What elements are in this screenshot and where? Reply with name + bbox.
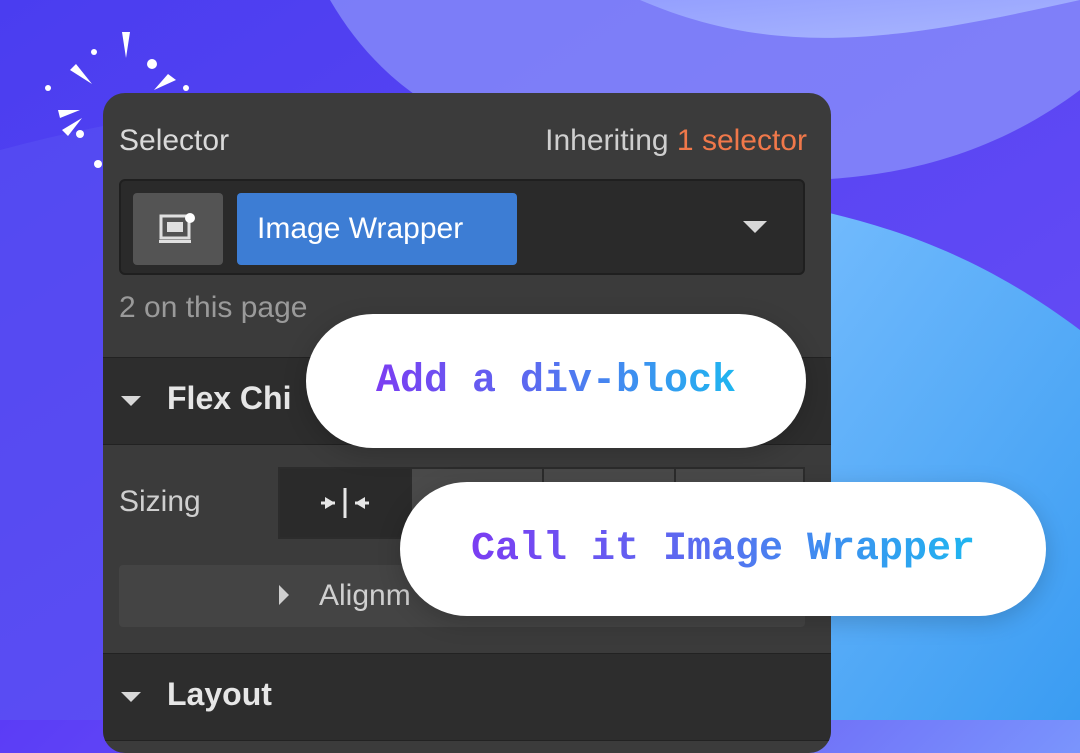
inheriting-count-link[interactable]: 1 selector — [677, 124, 807, 157]
section-title: Layout — [167, 676, 272, 712]
section-layout[interactable]: Layout — [103, 653, 831, 741]
selector-field[interactable]: Image Wrapper — [119, 179, 805, 275]
collapse-triangle-icon — [121, 396, 141, 406]
section-title: Flex Chi — [167, 380, 292, 416]
expand-triangle-icon — [279, 585, 289, 605]
chevron-down-icon[interactable] — [743, 221, 767, 233]
selector-label: Selector — [119, 124, 230, 157]
collapse-triangle-icon — [121, 692, 141, 702]
callout-add-div-block: Add a div-block — [306, 314, 806, 448]
element-icon[interactable] — [133, 193, 223, 265]
page-count: 2 on this page — [119, 291, 308, 324]
callout-text: Call it Image Wrapper — [470, 526, 976, 572]
selector-tag[interactable]: Image Wrapper — [237, 193, 517, 265]
shrink-icon — [321, 488, 369, 518]
callout-text: Add a div-block — [375, 358, 737, 404]
alignment-label: Alignm — [319, 579, 411, 612]
selector-header: Selector Inheriting 1 selector — [119, 121, 807, 161]
inheriting-text: Inheriting — [545, 124, 669, 157]
callout-call-it-image-wrapper: Call it Image Wrapper — [400, 482, 1046, 616]
sizing-shrink-button[interactable] — [278, 467, 412, 539]
sizing-label: Sizing — [119, 485, 201, 518]
inheriting-info: Inheriting 1 selector — [545, 124, 807, 158]
